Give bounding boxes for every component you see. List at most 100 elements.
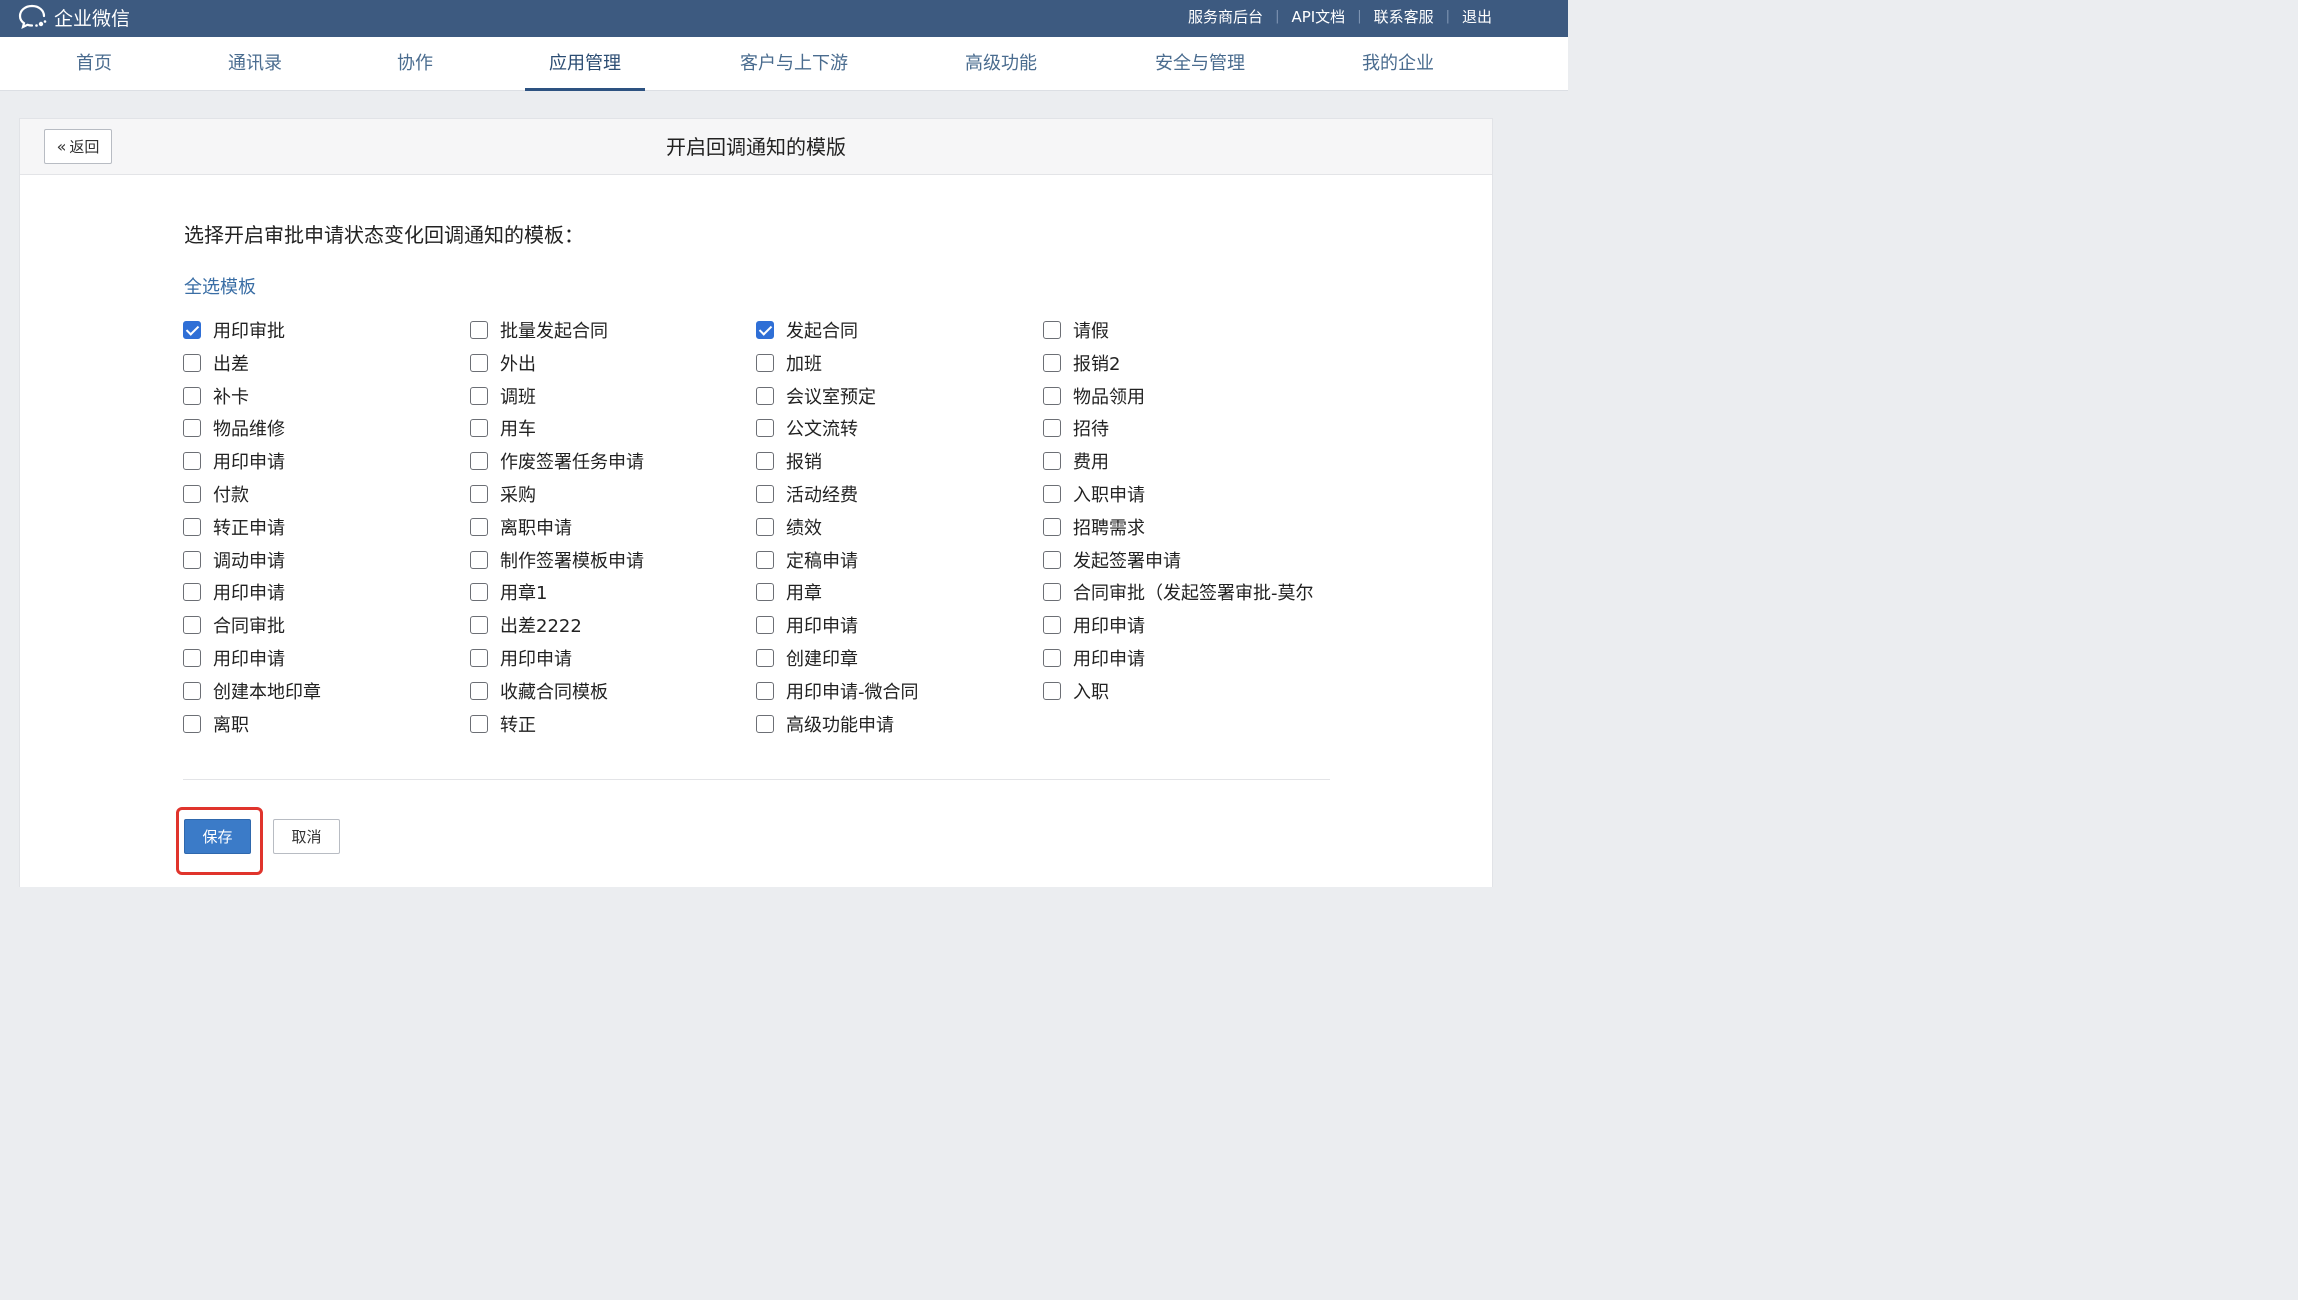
template-checkbox-item[interactable]: 转正申请 — [183, 513, 285, 541]
checkbox[interactable] — [183, 419, 201, 438]
checkbox[interactable] — [183, 649, 201, 667]
checkbox[interactable] — [756, 583, 774, 602]
checkbox[interactable] — [183, 550, 201, 569]
checkbox[interactable] — [183, 583, 201, 602]
template-checkbox-item[interactable]: 采购 — [470, 480, 536, 508]
nav-advanced[interactable]: 高级功能 — [945, 37, 1057, 91]
checkbox[interactable] — [183, 452, 201, 471]
checkbox[interactable] — [470, 321, 488, 339]
template-checkbox-item[interactable]: 用印申请 — [183, 447, 285, 475]
brand[interactable]: 企业微信 — [18, 3, 130, 31]
template-checkbox-item[interactable]: 招聘需求 — [1043, 513, 1145, 541]
template-checkbox-item[interactable]: 发起签署申请 — [1043, 546, 1181, 574]
checkbox[interactable] — [1043, 517, 1061, 536]
checkbox-checked[interactable] — [756, 321, 774, 339]
template-checkbox-item[interactable]: 报销2 — [1043, 349, 1120, 377]
template-checkbox-item[interactable]: 入职 — [1043, 677, 1109, 705]
template-checkbox-item[interactable]: 入职申请 — [1043, 480, 1145, 508]
checkbox[interactable] — [470, 616, 488, 635]
checkbox[interactable] — [1043, 616, 1061, 635]
save-button[interactable]: 保存 — [184, 819, 251, 854]
template-checkbox-item[interactable]: 绩效 — [756, 513, 822, 541]
checkbox[interactable] — [756, 649, 774, 667]
checkbox[interactable] — [470, 353, 488, 372]
template-checkbox-item[interactable]: 公文流转 — [756, 414, 858, 442]
checkbox[interactable] — [183, 485, 201, 503]
checkbox[interactable] — [1043, 583, 1061, 602]
template-checkbox-item[interactable]: 创建本地印章 — [183, 677, 321, 705]
template-checkbox-item[interactable]: 离职申请 — [470, 513, 572, 541]
api-docs-link[interactable]: API文档 — [1291, 6, 1345, 27]
checkbox[interactable] — [183, 714, 201, 733]
nav-app-management[interactable]: 应用管理 — [525, 37, 645, 91]
checkbox[interactable] — [756, 681, 774, 700]
template-checkbox-item[interactable]: 用印申请 — [183, 578, 285, 606]
template-checkbox-item[interactable]: 用印申请 — [1043, 644, 1145, 672]
checkbox[interactable] — [756, 452, 774, 471]
template-checkbox-item[interactable]: 收藏合同模板 — [470, 677, 608, 705]
template-checkbox-item[interactable]: 调动申请 — [183, 546, 285, 574]
checkbox[interactable] — [756, 550, 774, 569]
nav-home[interactable]: 首页 — [55, 37, 133, 91]
template-checkbox-item[interactable]: 用印审批 — [183, 316, 285, 344]
checkbox[interactable] — [756, 353, 774, 372]
checkbox[interactable] — [1043, 321, 1061, 339]
nav-customers[interactable]: 客户与上下游 — [718, 37, 870, 91]
nav-collaboration[interactable]: 协作 — [377, 37, 453, 91]
checkbox[interactable] — [470, 452, 488, 471]
template-checkbox-item[interactable]: 创建印章 — [756, 644, 858, 672]
checkbox[interactable] — [470, 681, 488, 700]
template-checkbox-item[interactable]: 批量发起合同 — [470, 316, 608, 344]
template-checkbox-item[interactable]: 会议室预定 — [756, 382, 876, 410]
nav-my-company[interactable]: 我的企业 — [1342, 37, 1454, 91]
nav-security[interactable]: 安全与管理 — [1134, 37, 1266, 91]
template-checkbox-item[interactable]: 报销 — [756, 447, 822, 475]
checkbox[interactable] — [470, 649, 488, 667]
template-checkbox-item[interactable]: 发起合同 — [756, 316, 858, 344]
template-checkbox-item[interactable]: 请假 — [1043, 316, 1109, 344]
checkbox[interactable] — [1043, 353, 1061, 372]
checkbox[interactable] — [756, 485, 774, 503]
checkbox-checked[interactable] — [183, 321, 201, 339]
checkbox[interactable] — [1043, 681, 1061, 700]
checkbox[interactable] — [756, 517, 774, 536]
template-checkbox-item[interactable]: 加班 — [756, 349, 822, 377]
template-checkbox-item[interactable]: 招待 — [1043, 414, 1109, 442]
template-checkbox-item[interactable]: 制作签署模板申请 — [470, 546, 644, 574]
template-checkbox-item[interactable]: 补卡 — [183, 382, 249, 410]
template-checkbox-item[interactable]: 定稿申请 — [756, 546, 858, 574]
checkbox[interactable] — [183, 386, 201, 405]
checkbox[interactable] — [470, 550, 488, 569]
template-checkbox-item[interactable]: 费用 — [1043, 447, 1109, 475]
nav-contacts[interactable]: 通讯录 — [208, 37, 302, 91]
template-checkbox-item[interactable]: 合同审批 — [183, 611, 285, 639]
template-checkbox-item[interactable]: 用印申请 — [470, 644, 572, 672]
checkbox[interactable] — [183, 681, 201, 700]
checkbox[interactable] — [1043, 485, 1061, 503]
checkbox[interactable] — [470, 517, 488, 536]
checkbox[interactable] — [1043, 550, 1061, 569]
template-checkbox-item[interactable]: 物品领用 — [1043, 382, 1145, 410]
template-checkbox-item[interactable]: 出差 — [183, 349, 249, 377]
template-checkbox-item[interactable]: 活动经费 — [756, 480, 858, 508]
template-checkbox-item[interactable]: 高级功能申请 — [756, 710, 894, 738]
checkbox[interactable] — [470, 583, 488, 602]
back-button[interactable]: « 返回 — [44, 129, 112, 164]
template-checkbox-item[interactable]: 用印申请 — [756, 611, 858, 639]
template-checkbox-item[interactable]: 用印申请 — [1043, 611, 1145, 639]
template-checkbox-item[interactable]: 合同审批（发起签署审批-莫尔 — [1043, 578, 1314, 606]
checkbox[interactable] — [756, 386, 774, 405]
checkbox[interactable] — [1043, 452, 1061, 471]
template-checkbox-item[interactable]: 用车 — [470, 414, 536, 442]
template-checkbox-item[interactable]: 作废签署任务申请 — [470, 447, 644, 475]
checkbox[interactable] — [183, 353, 201, 372]
checkbox[interactable] — [470, 714, 488, 733]
template-checkbox-item[interactable]: 用章 — [756, 578, 822, 606]
service-provider-link[interactable]: 服务商后台 — [1188, 6, 1263, 27]
template-checkbox-item[interactable]: 转正 — [470, 710, 536, 738]
template-checkbox-item[interactable]: 调班 — [470, 382, 536, 410]
checkbox[interactable] — [470, 485, 488, 503]
logout-link[interactable]: 退出 — [1462, 6, 1492, 27]
template-checkbox-item[interactable]: 付款 — [183, 480, 249, 508]
checkbox[interactable] — [756, 419, 774, 438]
